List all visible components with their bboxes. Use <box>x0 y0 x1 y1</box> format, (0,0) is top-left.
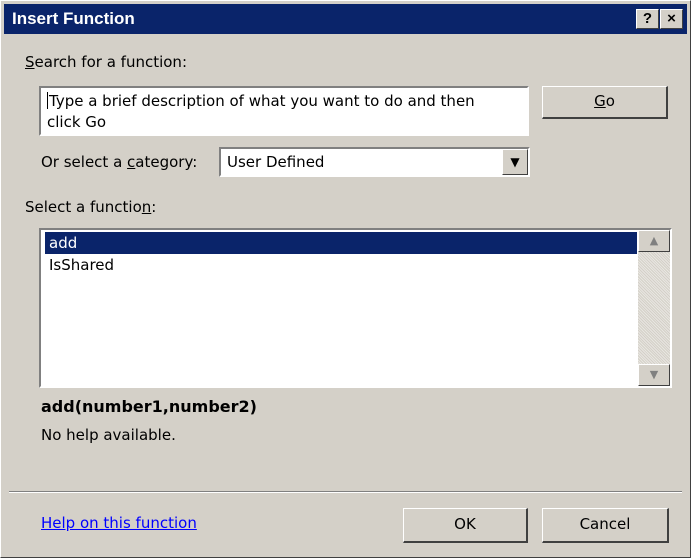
close-button[interactable]: × <box>660 9 683 29</box>
text-caret <box>47 92 48 109</box>
function-syntax: add(number1,number2) <box>41 397 257 416</box>
chevron-down-icon[interactable]: ▼ <box>502 149 528 175</box>
function-list-label: Select a function: <box>25 198 157 216</box>
go-button[interactable]: Go <box>542 86 668 119</box>
function-list[interactable]: add IsShared ▲ ▼ <box>39 228 672 388</box>
category-selected-value: User Defined <box>227 153 325 171</box>
help-button[interactable]: ? <box>636 9 659 29</box>
search-placeholder-line-1: Type a brief description of what you wan… <box>47 92 475 110</box>
function-item-isshared[interactable]: IsShared <box>45 254 637 276</box>
cancel-button[interactable]: Cancel <box>542 508 669 543</box>
search-placeholder-line-2: click Go <box>47 113 107 131</box>
function-description: No help available. <box>41 426 176 444</box>
function-item-add[interactable]: add <box>45 232 637 254</box>
category-label: Or select a category: <box>41 153 198 171</box>
scroll-down-icon[interactable]: ▼ <box>638 364 670 386</box>
search-input[interactable]: Type a brief description of what you wan… <box>39 86 529 136</box>
scroll-up-icon[interactable]: ▲ <box>638 230 670 252</box>
category-select[interactable]: User Defined ▼ <box>219 147 530 177</box>
vertical-scrollbar[interactable]: ▲ ▼ <box>638 230 670 386</box>
footer-divider <box>9 491 682 493</box>
window-title: Insert Function <box>12 9 135 28</box>
ok-button[interactable]: OK <box>403 508 528 543</box>
title-bar[interactable]: Insert Function ? × <box>4 4 687 34</box>
help-on-function-link[interactable]: Help on this function <box>41 514 197 532</box>
search-label: Search for a function: <box>25 53 187 71</box>
insert-function-dialog: Insert Function ? × Search for a functio… <box>0 0 691 558</box>
